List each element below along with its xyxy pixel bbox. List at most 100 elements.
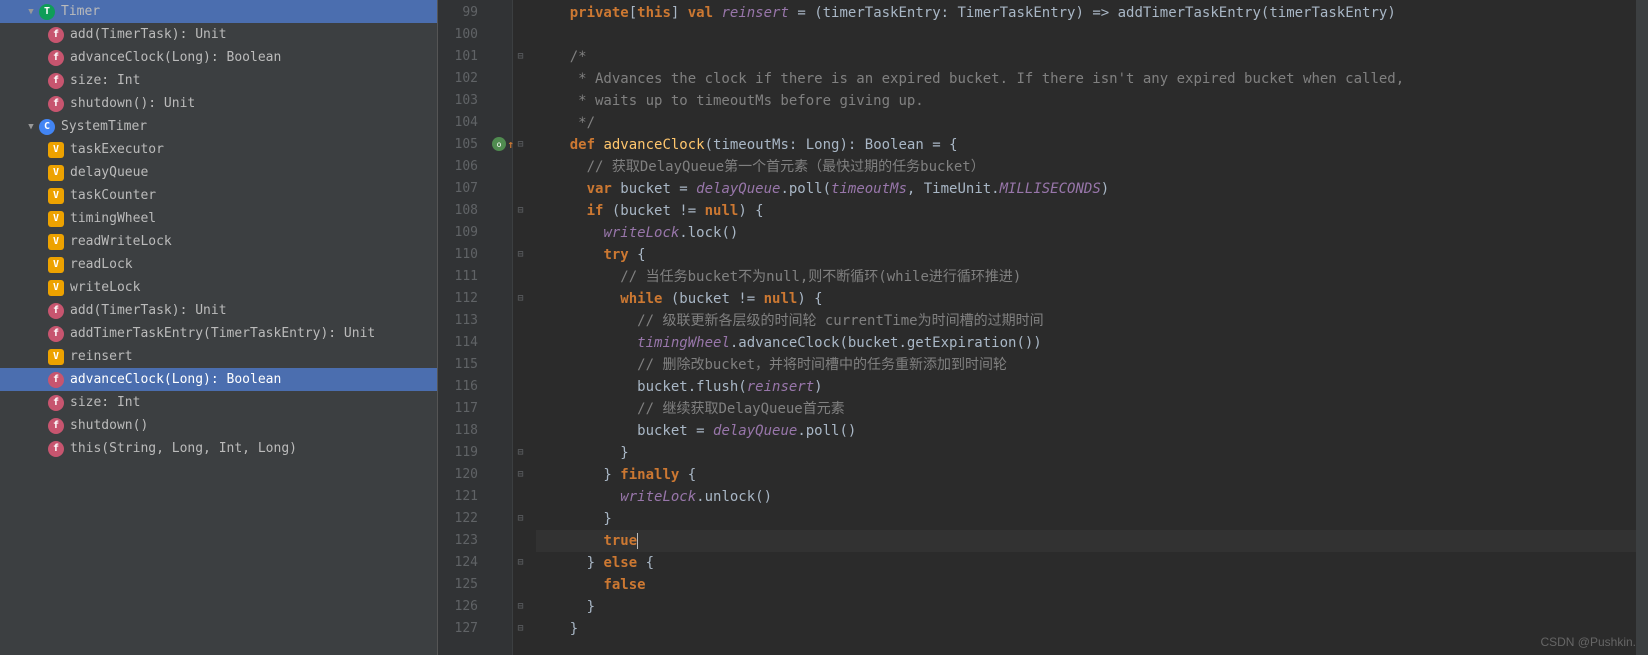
fold-marker[interactable]: ⊟ xyxy=(513,46,528,68)
override-icon[interactable]: o xyxy=(492,137,506,151)
tree-item[interactable]: fsize: Int xyxy=(0,391,437,414)
code-token: private xyxy=(570,5,629,21)
code-line[interactable]: false xyxy=(536,574,1636,596)
line-number[interactable]: 111 xyxy=(438,266,478,288)
tree-item[interactable]: fadd(TimerTask): Unit xyxy=(0,23,437,46)
structure-sidebar[interactable]: ▼TTimerfadd(TimerTask): UnitfadvanceCloc… xyxy=(0,0,438,655)
line-number[interactable]: 109 xyxy=(438,222,478,244)
tree-group-systemtimer[interactable]: ▼CSystemTimer xyxy=(0,115,437,138)
line-number[interactable]: 124 xyxy=(438,552,478,574)
line-number[interactable]: 104 xyxy=(438,112,478,134)
line-number[interactable]: 112 xyxy=(438,288,478,310)
fold-marker[interactable]: ⊟ xyxy=(513,288,528,310)
code-content[interactable]: private[this] val reinsert = (timerTaskE… xyxy=(528,0,1636,655)
line-number[interactable]: 121 xyxy=(438,486,478,508)
line-number[interactable]: 100 xyxy=(438,24,478,46)
line-number[interactable]: 126 xyxy=(438,596,478,618)
code-line[interactable]: if (bucket != null) { xyxy=(536,200,1636,222)
code-line[interactable]: } else { xyxy=(536,552,1636,574)
fold-marker[interactable]: ⊟ xyxy=(513,596,528,618)
tree-item[interactable]: Vreinsert xyxy=(0,345,437,368)
tree-item[interactable]: fadvanceClock(Long): Boolean xyxy=(0,368,437,391)
code-line[interactable]: * Advances the clock if there is an expi… xyxy=(536,68,1636,90)
chevron-down-icon[interactable]: ▼ xyxy=(25,6,37,18)
fold-marker[interactable]: ⊟ xyxy=(513,134,528,156)
line-number[interactable]: 110 xyxy=(438,244,478,266)
fold-marker[interactable]: ⊟ xyxy=(513,244,528,266)
line-number[interactable]: 102 xyxy=(438,68,478,90)
line-number[interactable]: 116 xyxy=(438,376,478,398)
tree-item[interactable]: fthis(String, Long, Int, Long) xyxy=(0,437,437,460)
line-number[interactable]: 107 xyxy=(438,178,478,200)
fold-marker[interactable]: ⊟ xyxy=(513,508,528,530)
tree-item[interactable]: faddTimerTaskEntry(TimerTaskEntry): Unit xyxy=(0,322,437,345)
line-number[interactable]: 113 xyxy=(438,310,478,332)
tree-item[interactable]: fshutdown() xyxy=(0,414,437,437)
line-number[interactable]: 105 xyxy=(438,134,478,156)
line-number[interactable]: 123 xyxy=(438,530,478,552)
code-token xyxy=(570,181,587,197)
code-line[interactable]: private[this] val reinsert = (timerTaskE… xyxy=(536,2,1636,24)
tree-item[interactable]: fadd(TimerTask): Unit xyxy=(0,299,437,322)
code-line[interactable]: true xyxy=(536,530,1636,552)
code-line[interactable]: def advanceClock(timeoutMs: Long): Boole… xyxy=(536,134,1636,156)
fold-marker[interactable]: ⊟ xyxy=(513,200,528,222)
fold-marker[interactable]: ⊟ xyxy=(513,552,528,574)
code-line[interactable]: while (bucket != null) { xyxy=(536,288,1636,310)
line-number[interactable]: 119 xyxy=(438,442,478,464)
code-line[interactable]: bucket.flush(reinsert) xyxy=(536,376,1636,398)
line-number[interactable]: 101 xyxy=(438,46,478,68)
code-line[interactable]: * waits up to timeoutMs before giving up… xyxy=(536,90,1636,112)
tree-item[interactable]: fsize: Int xyxy=(0,69,437,92)
code-token: .lock() xyxy=(679,225,738,241)
code-line[interactable]: } finally { xyxy=(536,464,1636,486)
line-number[interactable]: 118 xyxy=(438,420,478,442)
chevron-down-icon[interactable]: ▼ xyxy=(25,121,37,133)
line-number[interactable]: 106 xyxy=(438,156,478,178)
tree-item[interactable]: VreadWriteLock xyxy=(0,230,437,253)
line-number[interactable]: 103 xyxy=(438,90,478,112)
tree-item[interactable]: VdelayQueue xyxy=(0,161,437,184)
code-line[interactable]: var bucket = delayQueue.poll(timeoutMs, … xyxy=(536,178,1636,200)
tree-item[interactable]: VwriteLock xyxy=(0,276,437,299)
code-line[interactable]: try { xyxy=(536,244,1636,266)
tree-item[interactable]: fshutdown(): Unit xyxy=(0,92,437,115)
line-number[interactable]: 127 xyxy=(438,618,478,640)
line-number[interactable]: 122 xyxy=(438,508,478,530)
code-line[interactable]: // 级联更新各层级的时间轮 currentTime为时间槽的过期时间 xyxy=(536,310,1636,332)
line-number[interactable]: 120 xyxy=(438,464,478,486)
vertical-scrollbar[interactable] xyxy=(1636,0,1648,655)
code-line[interactable] xyxy=(536,24,1636,46)
tree-item[interactable]: fadvanceClock(Long): Boolean xyxy=(0,46,437,69)
code-line[interactable]: timingWheel.advanceClock(bucket.getExpir… xyxy=(536,332,1636,354)
line-number[interactable]: 115 xyxy=(438,354,478,376)
code-line[interactable]: } xyxy=(536,596,1636,618)
code-token: null xyxy=(764,291,798,307)
code-line[interactable]: bucket = delayQueue.poll() xyxy=(536,420,1636,442)
tree-group-timer[interactable]: ▼TTimer xyxy=(0,0,437,23)
line-number[interactable]: 125 xyxy=(438,574,478,596)
code-line[interactable]: // 获取DelayQueue第一个首元素（最快过期的任务bucket） xyxy=(536,156,1636,178)
tree-item[interactable]: VtimingWheel xyxy=(0,207,437,230)
code-line[interactable]: } xyxy=(536,508,1636,530)
code-line[interactable]: } xyxy=(536,618,1636,640)
code-line[interactable]: // 当任务bucket不为null,则不断循环(while进行循环推进) xyxy=(536,266,1636,288)
tree-item[interactable]: VtaskCounter xyxy=(0,184,437,207)
fold-column[interactable]: ⊟⊟⊟⊟⊟⊟⊟⊟⊟⊟⊟ xyxy=(512,0,528,655)
tree-item[interactable]: VtaskExecutor xyxy=(0,138,437,161)
tree-item[interactable]: VreadLock xyxy=(0,253,437,276)
fold-marker[interactable]: ⊟ xyxy=(513,618,528,640)
code-line[interactable]: // 继续获取DelayQueue首元素 xyxy=(536,398,1636,420)
code-line[interactable]: writeLock.unlock() xyxy=(536,486,1636,508)
code-line[interactable]: } xyxy=(536,442,1636,464)
line-number[interactable]: 114 xyxy=(438,332,478,354)
code-line[interactable]: // 删除改bucket，并将时间槽中的任务重新添加到时间轮 xyxy=(536,354,1636,376)
fold-marker[interactable]: ⊟ xyxy=(513,442,528,464)
line-number[interactable]: 99 xyxy=(438,2,478,24)
code-line[interactable]: */ xyxy=(536,112,1636,134)
code-line[interactable]: /* xyxy=(536,46,1636,68)
fold-marker[interactable]: ⊟ xyxy=(513,464,528,486)
line-number[interactable]: 117 xyxy=(438,398,478,420)
code-line[interactable]: writeLock.lock() xyxy=(536,222,1636,244)
line-number[interactable]: 108 xyxy=(438,200,478,222)
